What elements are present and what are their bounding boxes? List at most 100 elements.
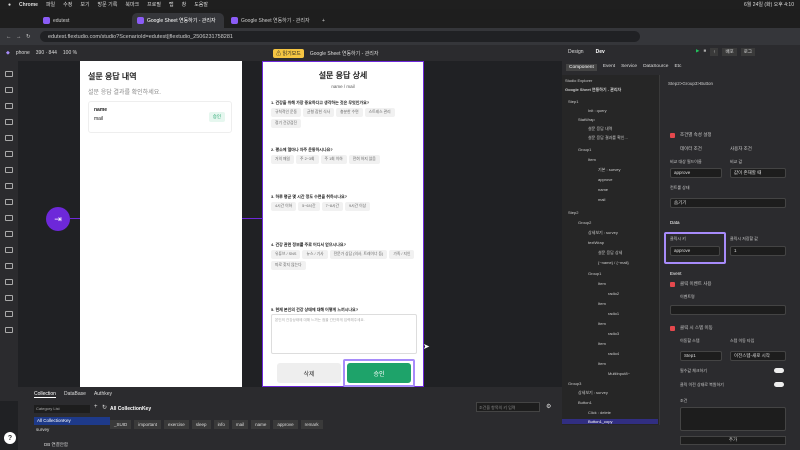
- tree-item-selected[interactable]: Button1_copy: [562, 419, 658, 424]
- browser-tab-admin[interactable]: Google Sheet 연동하기 - 관리자: [226, 13, 318, 28]
- delete-button[interactable]: 삭제: [277, 363, 341, 383]
- tree-item[interactable]: mail: [598, 197, 605, 202]
- tree-item[interactable]: 설문 응답 상세: [598, 250, 622, 256]
- data-condition-radio[interactable]: 데이터 조건: [680, 146, 702, 152]
- browser-tab-edutest[interactable]: edutest: [38, 13, 130, 28]
- answer-textarea[interactable]: 본인의 건강상태에 대해 느끼는 점을 간단하게 입력해주세요.: [271, 314, 417, 354]
- tree-item[interactable]: 기본 : survey: [598, 167, 620, 173]
- list-item[interactable]: name mail 승인: [88, 101, 232, 133]
- toggle-icon[interactable]: [5, 167, 13, 173]
- back-icon[interactable]: ←: [6, 34, 12, 40]
- log-button[interactable]: 로그: [740, 48, 755, 56]
- tree-step2[interactable]: Step2: [568, 210, 578, 215]
- click-key-input[interactable]: approve: [670, 246, 720, 256]
- image-icon[interactable]: [5, 87, 13, 93]
- subtab-etc[interactable]: Etc: [674, 64, 681, 71]
- key-search-input[interactable]: 조건을 항목의 키 입력: [476, 402, 540, 412]
- tree-item[interactable]: Item: [598, 361, 606, 366]
- check-required-toggle[interactable]: [774, 368, 784, 373]
- subtab-service[interactable]: Service: [621, 64, 637, 71]
- input-icon[interactable]: [5, 135, 13, 141]
- qr-icon[interactable]: [5, 311, 13, 317]
- device-select[interactable]: phone: [16, 50, 30, 56]
- menu-view[interactable]: 보기: [80, 1, 89, 8]
- approve-button[interactable]: 승인: [347, 363, 411, 383]
- tree-item[interactable]: Group2: [578, 220, 591, 225]
- video-icon[interactable]: [5, 215, 13, 221]
- reset-state-toggle[interactable]: [774, 382, 784, 387]
- tree-item[interactable]: MultiInput8~: [608, 371, 630, 376]
- tree-item[interactable]: radio2: [608, 291, 619, 296]
- compare-field-input[interactable]: approve: [670, 168, 722, 178]
- tree-item[interactable]: Init : query: [588, 108, 607, 113]
- tab-design[interactable]: Design: [568, 49, 584, 55]
- deploy-button[interactable]: 배포: [722, 48, 737, 56]
- tree-item[interactable]: Item: [598, 301, 606, 306]
- menu-history[interactable]: 방문 기록: [98, 1, 118, 8]
- menu-bookmarks[interactable]: 북마크: [125, 1, 139, 8]
- key-chip[interactable]: sleep: [191, 420, 211, 429]
- tree-item[interactable]: Click : delete: [588, 410, 611, 415]
- tree-item[interactable]: radio1: [608, 311, 619, 316]
- key-chip[interactable]: exercise: [164, 420, 189, 429]
- tree-item[interactable]: Button1: [578, 400, 592, 405]
- option[interactable]: 유튜브 / SNS: [271, 250, 301, 259]
- tab-dev[interactable]: Dev: [596, 49, 605, 55]
- subtab-event[interactable]: Event: [603, 64, 615, 71]
- map-icon[interactable]: [5, 263, 13, 269]
- tree-item[interactable]: textWrap: [588, 240, 604, 245]
- tree-item[interactable]: Item: [598, 281, 606, 286]
- tree-item[interactable]: Group3: [568, 381, 581, 386]
- tree-item[interactable]: {~name} / {~mail}: [598, 260, 629, 265]
- list-icon[interactable]: [5, 151, 13, 157]
- option[interactable]: 전문가 상담 (의사, 트레이너 등): [329, 250, 388, 259]
- option[interactable]: 규칙적인 운동: [271, 108, 302, 117]
- user-condition-radio[interactable]: 사용자 조건: [730, 146, 752, 152]
- grid-icon[interactable]: [5, 327, 13, 333]
- key-chip[interactable]: mail: [231, 420, 249, 429]
- browser-tab-admin-active[interactable]: Google Sheet 연동하기 - 관리자: [132, 13, 224, 28]
- target-step-select[interactable]: Step1: [680, 351, 722, 361]
- option[interactable]: 5~6시간: [298, 202, 320, 211]
- url-field[interactable]: edutest.flextudio.com/studio?ScenarioId=…: [40, 31, 640, 42]
- stop-icon[interactable]: ■: [703, 48, 706, 56]
- option[interactable]: 7~8시간: [321, 202, 344, 211]
- menu-app[interactable]: Chrome: [19, 2, 38, 8]
- event-name-input[interactable]: [670, 305, 786, 315]
- upload-icon[interactable]: [5, 295, 13, 301]
- tab-collection[interactable]: Collection: [34, 391, 56, 398]
- button-icon[interactable]: [5, 119, 13, 125]
- option[interactable]: 주 2~3회: [296, 155, 319, 164]
- table-icon[interactable]: [5, 279, 13, 285]
- tree-step1[interactable]: Step1: [568, 99, 578, 104]
- refresh-icon[interactable]: ↻: [102, 404, 107, 411]
- key-chip[interactable]: info: [213, 420, 229, 429]
- radio-icon[interactable]: [5, 183, 13, 189]
- menu-tab[interactable]: 탭: [169, 1, 174, 8]
- checkbox[interactable]: [670, 133, 675, 138]
- subtab-datasource[interactable]: DataSource: [643, 64, 668, 71]
- check-icon[interactable]: [5, 199, 13, 205]
- layout-icon[interactable]: [5, 71, 13, 77]
- key-chip[interactable]: important: [134, 420, 162, 429]
- subtab-component[interactable]: Component: [566, 64, 597, 71]
- option[interactable]: 9시간 이상: [345, 202, 371, 211]
- option[interactable]: 따로 찾지 않는다: [271, 261, 306, 270]
- help-icon[interactable]: ?: [4, 432, 16, 444]
- add-button[interactable]: 추가: [680, 436, 786, 445]
- condition-textarea[interactable]: [680, 407, 786, 431]
- tree-item[interactable]: name: [598, 187, 608, 192]
- option[interactable]: 거의 매일: [271, 155, 295, 164]
- text-icon[interactable]: [5, 103, 13, 109]
- menu-edit[interactable]: 수정: [63, 1, 72, 8]
- option[interactable]: 전혀 하지 않음: [348, 155, 380, 164]
- menu-window[interactable]: 창: [182, 1, 187, 8]
- menu-help[interactable]: 도움말: [194, 1, 208, 8]
- option[interactable]: 뉴스 / 기사: [302, 250, 328, 259]
- reload-icon[interactable]: ↻: [26, 34, 31, 40]
- tab-authkey[interactable]: Authkey: [94, 391, 112, 398]
- checkbox[interactable]: [670, 282, 675, 287]
- tree-item[interactable]: Group1: [578, 147, 591, 152]
- menu-profile[interactable]: 프로필: [147, 1, 161, 8]
- key-chip[interactable]: name: [251, 420, 271, 429]
